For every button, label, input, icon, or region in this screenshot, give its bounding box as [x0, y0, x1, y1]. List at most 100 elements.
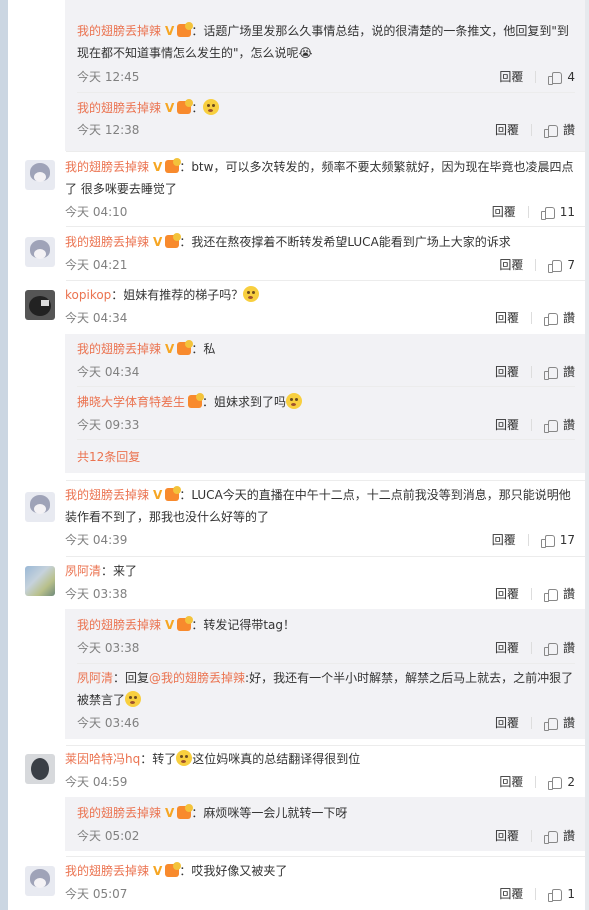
mention-link[interactable]: @我的翅膀丢掉辣	[149, 671, 245, 685]
divider	[66, 745, 585, 746]
like-button[interactable]: 2	[548, 774, 575, 790]
username-link[interactable]: 拂晓大学体育特差生	[77, 395, 185, 409]
like-count: 讚	[562, 123, 575, 137]
divider	[77, 92, 575, 93]
action-divider	[530, 642, 532, 654]
action-divider	[527, 206, 529, 218]
username-link[interactable]: 我的翅膀丢掉辣	[77, 101, 161, 115]
reply-button[interactable]: 回覆	[492, 532, 516, 548]
like-button[interactable]: 讚	[543, 715, 575, 731]
avatar[interactable]	[25, 160, 55, 190]
username-link[interactable]: 我的翅膀丢掉辣	[77, 806, 161, 820]
like-button[interactable]: 讚	[543, 417, 575, 433]
like-button[interactable]: 11	[540, 204, 575, 220]
like-button[interactable]: 讚	[543, 364, 575, 380]
username-link[interactable]: 我的翅膀丢掉辣	[77, 342, 161, 356]
comment-time: 今天 03:46	[77, 716, 140, 730]
username-link[interactable]: kopikop	[65, 288, 111, 302]
verified-v-badge: V	[153, 864, 163, 878]
action-divider	[530, 830, 532, 842]
emoji-icon	[286, 393, 303, 409]
scrollbar[interactable]	[585, 0, 589, 910]
divider	[66, 151, 585, 152]
emoji-icon	[125, 691, 142, 707]
comment-text-continued: 被禁言了	[77, 693, 126, 707]
comment-time: 今天 03:38	[77, 641, 140, 655]
like-count: 1	[567, 887, 575, 901]
username-link[interactable]: 夙阿清	[77, 671, 113, 685]
comment-text: ：回复	[113, 671, 150, 685]
like-button[interactable]: 4	[548, 69, 575, 85]
avatar[interactable]	[25, 754, 55, 784]
like-button[interactable]: 讚	[543, 310, 575, 326]
username-link[interactable]: 我的翅膀丢掉辣	[65, 235, 149, 249]
comment-text: ：麻烦咪等一会儿就转一下呀	[191, 806, 348, 820]
like-count: 11	[559, 205, 575, 219]
comment-text-rest: 这位妈咪真的总结翻译得很到位	[192, 752, 361, 766]
like-button[interactable]: 讚	[543, 586, 575, 602]
username-link[interactable]: 我的翅膀丢掉辣	[77, 24, 161, 38]
view-more-replies-link[interactable]: 共12条回复	[77, 446, 140, 468]
action-divider	[530, 717, 532, 729]
reply-button[interactable]: 回覆	[495, 640, 519, 656]
like-count: 讚	[562, 641, 575, 655]
username-link[interactable]: 莱因哈特冯hq	[65, 752, 140, 766]
thumbs-up-icon	[543, 366, 558, 380]
avatar[interactable]	[25, 237, 55, 267]
divider	[66, 856, 585, 857]
action-divider	[530, 124, 532, 136]
action-divider	[535, 71, 537, 83]
reply-button[interactable]: 回覆	[492, 204, 516, 220]
comment-text: ：btw，可以多次转发的，频率不要太频繁就好，因为现在毕竟也凌晨四点	[179, 160, 574, 174]
username-link[interactable]: 夙阿清	[65, 564, 101, 578]
action-divider	[530, 312, 532, 324]
like-button[interactable]: 7	[548, 257, 575, 273]
like-count: 7	[567, 258, 575, 272]
username-link[interactable]: 我的翅膀丢掉辣	[65, 864, 149, 878]
reply-button[interactable]: 回覆	[495, 310, 519, 326]
thumbs-up-icon	[543, 642, 558, 656]
comment-text-continued: 装作看不到了，那我也没什么好等的了	[65, 510, 270, 524]
reply-button[interactable]: 回覆	[495, 417, 519, 433]
username-link[interactable]: 我的翅膀丢掉辣	[77, 618, 161, 632]
divider	[77, 663, 575, 664]
reply-button[interactable]: 回覆	[495, 715, 519, 731]
reply-button[interactable]: 回覆	[499, 69, 523, 85]
like-count: 4	[567, 70, 575, 84]
like-button[interactable]: 1	[548, 886, 575, 902]
username-link[interactable]: 我的翅膀丢掉辣	[65, 160, 149, 174]
comment-text: ：来了	[101, 564, 138, 578]
comment-text: ：LUCA今天的直播在中午十二点，十二点前我没等到消息，那只能说明他	[179, 488, 571, 502]
like-button[interactable]: 17	[540, 532, 575, 548]
reply-button[interactable]: 回覆	[495, 586, 519, 602]
comment-time: 今天 04:59	[65, 775, 128, 789]
avatar[interactable]	[25, 566, 55, 596]
thumbs-up-icon	[543, 312, 558, 326]
verified-v-badge: V	[165, 342, 175, 356]
thumbs-up-icon	[548, 71, 563, 85]
reply-button[interactable]: 回覆	[499, 257, 523, 273]
verified-v-badge: V	[153, 160, 163, 174]
avatar[interactable]	[25, 290, 55, 320]
like-count: 讚	[562, 365, 575, 379]
left-scroll-gutter	[0, 0, 8, 910]
reply-button[interactable]: 回覆	[495, 122, 519, 138]
reply-button[interactable]: 回覆	[499, 886, 523, 902]
thumbs-up-icon	[540, 534, 555, 548]
avatar[interactable]	[25, 866, 55, 896]
reply-button[interactable]: 回覆	[495, 828, 519, 844]
username-link[interactable]: 我的翅膀丢掉辣	[65, 488, 149, 502]
reply-button[interactable]: 回覆	[499, 774, 523, 790]
reply-button[interactable]: 回覆	[495, 364, 519, 380]
like-button[interactable]: 讚	[543, 828, 575, 844]
action-divider	[530, 588, 532, 600]
comment-time: 今天 05:07	[65, 887, 128, 901]
like-button[interactable]: 讚	[543, 122, 575, 138]
avatar[interactable]	[25, 492, 55, 522]
verified-v-badge: V	[165, 618, 175, 632]
thumbs-up-icon	[543, 588, 558, 602]
like-button[interactable]: 讚	[543, 640, 575, 656]
verified-v-badge: V	[165, 806, 175, 820]
thumbs-up-icon	[543, 717, 558, 731]
like-count: 讚	[562, 716, 575, 730]
